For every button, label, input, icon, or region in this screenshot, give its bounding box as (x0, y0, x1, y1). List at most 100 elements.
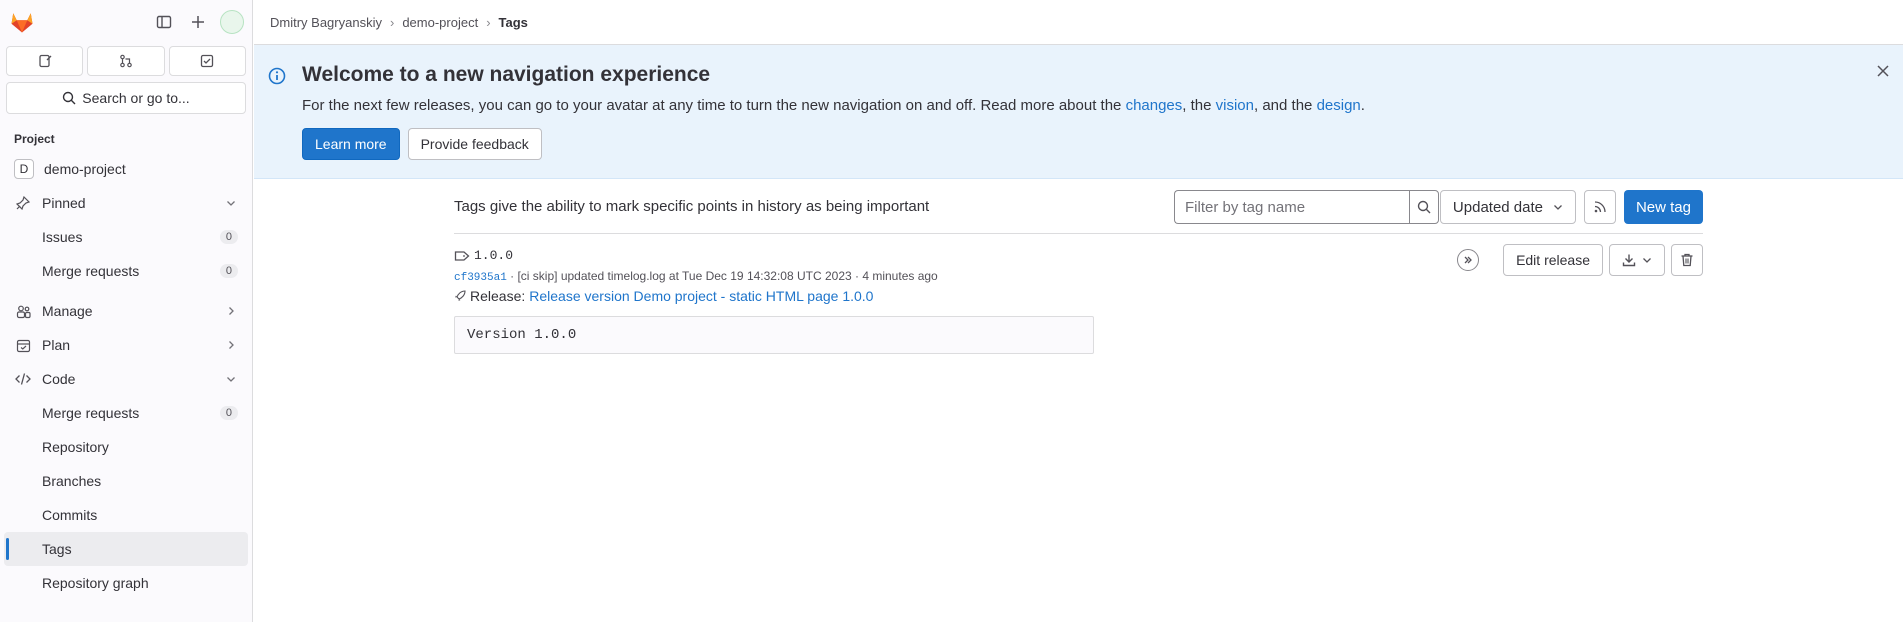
breadcrumb-user[interactable]: Dmitry Bagryanskiy (270, 15, 382, 30)
commit-sha-link[interactable]: cf3935a1 (454, 272, 507, 284)
toggle-sidebar-icon[interactable] (152, 10, 176, 34)
count-badge: 0 (219, 264, 238, 278)
issues-count-button[interactable] (6, 46, 84, 76)
banner-actions: Learn more Provide feedback (302, 128, 1883, 160)
sidebar-item-label: Branches (42, 473, 102, 489)
learn-more-button[interactable]: Learn more (302, 128, 400, 160)
sidebar-item-label: Issues (42, 229, 83, 245)
provide-feedback-button[interactable]: Provide feedback (407, 128, 542, 160)
banner-text-part: . (1360, 97, 1365, 114)
issues-icon (39, 54, 52, 68)
new-tag-button[interactable]: New tag (1623, 190, 1703, 224)
create-new-icon[interactable] (186, 10, 210, 34)
sidebar-item-label: Plan (42, 337, 71, 353)
navigation-banner: Welcome to a new navigation experience F… (254, 45, 1903, 179)
sidebar-item-label: Repository graph (42, 575, 149, 591)
design-link[interactable]: design (1317, 97, 1361, 114)
breadcrumb-project[interactable]: demo-project (402, 15, 478, 30)
sidebar-item-issues[interactable]: Issues 0 (0, 220, 252, 254)
release-link[interactable]: Release version Demo project - static HT… (529, 288, 873, 304)
todo-count-button[interactable] (168, 46, 246, 76)
sidebar-item-repository[interactable]: Repository (0, 430, 252, 464)
search-button[interactable]: Search or go to... (6, 82, 246, 114)
changes-link[interactable]: changes (1126, 97, 1183, 114)
commit-message: · [ci skip] updated timelog.log at Tue D… (506, 269, 938, 283)
sidebar-count-buttons (0, 44, 252, 76)
rss-button[interactable] (1584, 190, 1616, 224)
filter-search-button[interactable] (1409, 190, 1439, 224)
sidebar-item-code[interactable]: Code (0, 362, 252, 396)
sidebar-item-label: Pinned (42, 195, 86, 211)
breadcrumb: Dmitry Bagryanskiy › demo-project › Tags (254, 0, 1903, 45)
tags-toolbar: Tags give the ability to mark specific p… (454, 180, 1703, 234)
gitlab-logo-icon[interactable] (8, 8, 36, 36)
edit-release-button[interactable]: Edit release (1503, 244, 1603, 276)
sidebar-item-project[interactable]: D demo-project (0, 152, 252, 186)
sidebar-item-label: Code (42, 371, 76, 387)
merge-request-icon (120, 54, 132, 68)
vision-link[interactable]: vision (1216, 97, 1254, 114)
tag-filter (1174, 190, 1439, 224)
info-icon (268, 67, 286, 88)
breadcrumb-current[interactable]: Tags (499, 15, 528, 30)
chevron-down-icon (226, 195, 236, 211)
search-icon (1417, 200, 1431, 214)
project-avatar: D (14, 159, 34, 179)
chevron-right-icon (226, 303, 236, 319)
sidebar-item-plan[interactable]: Plan (0, 328, 252, 362)
sort-label: Updated date (1452, 198, 1543, 216)
users-icon (14, 302, 32, 320)
delete-tag-button[interactable] (1671, 244, 1703, 276)
pin-icon (14, 194, 32, 212)
release-prefix: Release: (470, 288, 526, 304)
tag-name-text[interactable]: 1.0.0 (474, 248, 513, 263)
sidebar-item-merge-requests[interactable]: Merge requests 0 (0, 396, 252, 430)
sidebar: Search or go to... Project D demo-projec… (0, 0, 253, 622)
main-content: Dmitry Bagryanskiy › demo-project › Tags… (254, 0, 1903, 622)
close-icon[interactable] (1877, 61, 1889, 82)
chevron-down-icon (226, 371, 236, 387)
rss-icon (1594, 201, 1606, 213)
banner-text-part: , the (1182, 97, 1216, 114)
tags-description: Tags give the ability to mark specific p… (454, 198, 930, 215)
sidebar-item-manage[interactable]: Manage (0, 294, 252, 328)
search-icon (63, 91, 76, 105)
count-badge: 0 (219, 406, 238, 420)
tag-row: 1.0.0 cf3935a1 · [ci skip] updated timel… (454, 234, 1703, 354)
sidebar-item-pinned-merge-requests[interactable]: Merge requests 0 (0, 254, 252, 288)
code-icon (14, 370, 32, 388)
todo-icon (201, 54, 214, 68)
filter-tag-input[interactable] (1174, 190, 1409, 224)
sidebar-item-commits[interactable]: Commits (0, 498, 252, 532)
chevron-right-icon (226, 337, 236, 353)
sidebar-item-tags[interactable]: Tags (4, 532, 248, 566)
tag-message: Version 1.0.0 (454, 316, 1094, 354)
tags-content: Tags give the ability to mark specific p… (454, 180, 1703, 354)
pipeline-status-icon[interactable] (1457, 249, 1480, 271)
trash-icon (1681, 253, 1693, 267)
user-avatar[interactable] (220, 10, 244, 34)
rocket-icon (455, 290, 466, 301)
sidebar-item-label: Manage (42, 303, 93, 319)
tag-icon (454, 250, 470, 261)
breadcrumb-separator-icon: › (389, 14, 395, 30)
sidebar-item-label: Commits (42, 507, 98, 523)
tag-actions: Edit release (1457, 244, 1703, 276)
sidebar-item-pinned[interactable]: Pinned (0, 186, 252, 220)
chevron-down-icon (1643, 258, 1651, 263)
breadcrumb-separator-icon: › (486, 14, 491, 30)
download-dropdown[interactable] (1609, 244, 1665, 276)
merge-requests-count-button[interactable] (87, 46, 165, 76)
banner-title: Welcome to a new navigation experience (302, 63, 711, 86)
sidebar-item-branches[interactable]: Branches (0, 464, 252, 498)
sidebar-item-label: Repository (42, 439, 109, 455)
planning-icon (14, 336, 32, 354)
sidebar-item-repository-graph[interactable]: Repository graph (0, 566, 252, 600)
download-icon (1622, 254, 1636, 267)
banner-text-part: For the next few releases, you can go to… (302, 97, 1126, 114)
sidebar-item-label: Tags (42, 541, 72, 557)
count-badge: 0 (219, 230, 238, 244)
search-label: Search or go to... (82, 90, 190, 106)
sort-dropdown[interactable]: Updated date (1439, 190, 1576, 224)
sidebar-item-label: demo-project (44, 161, 126, 177)
